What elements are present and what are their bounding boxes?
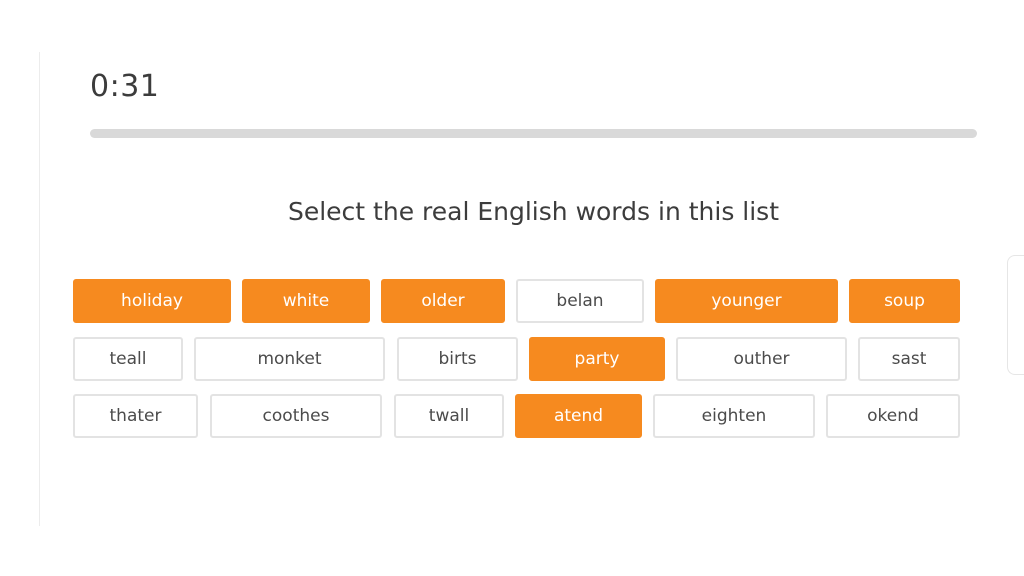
word-option[interactable]: teall (73, 337, 183, 381)
word-option[interactable]: monket (194, 337, 385, 381)
word-option-selected[interactable]: younger (655, 279, 838, 323)
word-option[interactable]: sast (858, 337, 960, 381)
progress-bar (90, 129, 977, 138)
question-prompt: Select the real English words in this li… (287, 197, 780, 226)
quiz-page: 0:31 Select the real English words in th… (0, 0, 1024, 576)
word-option[interactable]: okend (826, 394, 960, 438)
timer: 0:31 (90, 69, 160, 104)
word-option[interactable]: coothes (210, 394, 382, 438)
side-panel-edge (1007, 255, 1024, 375)
word-option[interactable]: birts (397, 337, 518, 381)
word-option-selected[interactable]: soup (849, 279, 960, 323)
word-option-selected[interactable]: white (242, 279, 370, 323)
word-option[interactable]: belan (516, 279, 644, 323)
word-option-selected[interactable]: holiday (73, 279, 231, 323)
left-divider (39, 52, 40, 526)
word-option-selected[interactable]: older (381, 279, 505, 323)
word-option[interactable]: twall (394, 394, 504, 438)
word-option[interactable]: outher (676, 337, 847, 381)
word-option[interactable]: eighten (653, 394, 815, 438)
word-option-selected[interactable]: party (529, 337, 665, 381)
word-option[interactable]: thater (73, 394, 198, 438)
word-option-selected[interactable]: atend (515, 394, 642, 438)
